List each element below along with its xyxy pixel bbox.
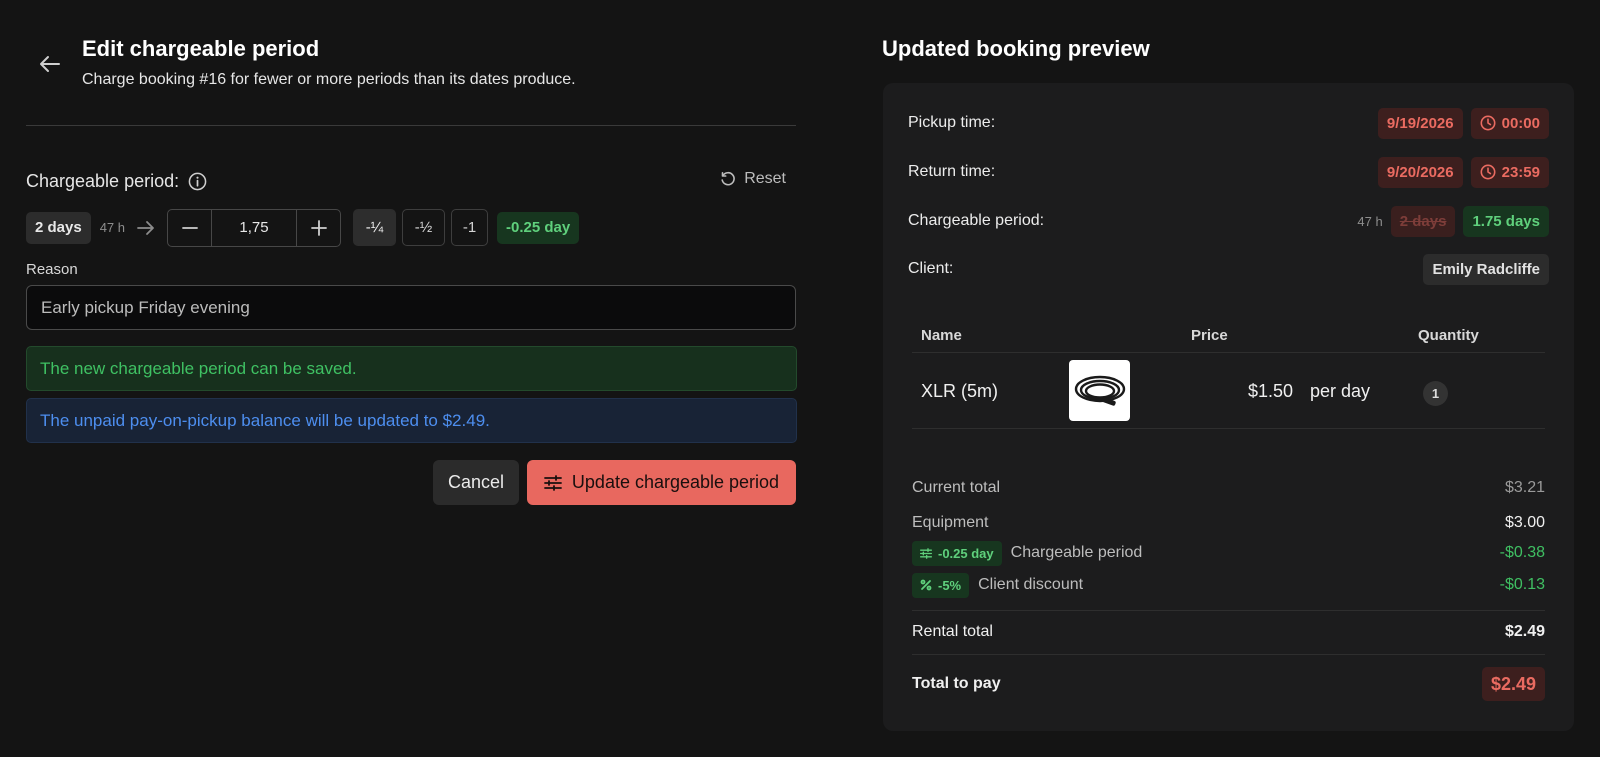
divider — [912, 610, 1545, 611]
reset-label: Reset — [744, 170, 786, 187]
return-label: Return time: — [908, 163, 996, 180]
return-time-row: Return time: 9/20/2026 23:59 — [908, 156, 1549, 188]
original-days-badge: 2 days — [26, 211, 91, 244]
client-name: Emily Radcliffe — [1423, 253, 1549, 285]
period-adjust-label: Chargeable period — [1010, 544, 1143, 561]
new-period-badge: 1.75 days — [1463, 205, 1549, 237]
period-adjust-badge: -0.25 day — [912, 540, 1002, 566]
client-discount-row: -5% Client discount -$0.13 — [912, 571, 1545, 599]
sliders-icon — [920, 547, 932, 559]
item-thumbnail — [1069, 360, 1130, 421]
page-title: Edit chargeable period — [82, 36, 320, 61]
rental-total-label: Rental total — [912, 623, 993, 640]
header-name: Name — [921, 327, 962, 344]
percent-icon — [920, 579, 932, 591]
decrement-button[interactable] — [168, 210, 211, 246]
chargeable-period-label: Chargeable period: — [26, 171, 207, 192]
item-unit: per day — [1310, 381, 1371, 401]
total-pay-label: Total to pay — [912, 675, 1001, 692]
fraction-buttons: -¼ -½ -1 — [353, 209, 489, 246]
pickup-label: Pickup time: — [908, 114, 996, 131]
reason-input[interactable] — [26, 285, 796, 330]
return-time-badge: 23:59 — [1470, 156, 1549, 188]
period-controls: 2 days 47 h 1,75 -¼ -½ -1 -0.25 day — [26, 208, 580, 247]
return-date: 9/20/2026 — [1377, 156, 1463, 188]
table-row: XLR (5m) $1.50 per day 1 — [912, 357, 1545, 429]
arrow-right-icon — [136, 218, 158, 238]
minus-one-button[interactable]: -1 — [451, 209, 489, 246]
increment-button[interactable] — [297, 210, 340, 246]
chargeable-period-row: Chargeable period: 47 h 2 days 1.75 days — [908, 205, 1549, 237]
booking-preview-card: Pickup time: 9/19/2026 00:00 Return time… — [883, 83, 1574, 731]
info-icon[interactable] — [188, 172, 207, 191]
clock-icon — [1480, 164, 1496, 180]
pickup-time-row: Pickup time: 9/19/2026 00:00 — [908, 107, 1549, 139]
success-alert: The new chargeable period can be saved. — [26, 346, 797, 391]
pickup-time-badge: 00:00 — [1470, 107, 1549, 139]
discount-badge-text: -5% — [938, 577, 962, 593]
update-chargeable-period-button[interactable]: Update chargeable period — [527, 460, 796, 505]
hours-text: 47 h — [99, 220, 126, 235]
chargeable-label: Chargeable period: — [908, 212, 1045, 229]
table-header: Name Price Quantity — [912, 323, 1545, 353]
period-adjust-text: -0.25 day — [938, 545, 994, 561]
equipment-label: Equipment — [912, 514, 989, 531]
client-label: Client: — [908, 260, 954, 277]
period-adjustment-row: -0.25 day Chargeable period -$0.38 — [912, 539, 1545, 567]
rental-total-row: Rental total $2.49 — [912, 618, 1545, 646]
minus-half-button[interactable]: -½ — [402, 209, 446, 246]
sliders-icon — [544, 474, 562, 491]
current-total-row: Current total $3.21 — [912, 474, 1545, 502]
client-row: Client: Emily Radcliffe — [908, 253, 1549, 285]
reset-icon — [721, 171, 736, 186]
pickup-time: 00:00 — [1501, 114, 1540, 132]
total-to-pay-row: Total to pay $2.49 — [912, 666, 1545, 702]
header-price: Price — [1191, 327, 1228, 344]
total-pay-value: $2.49 — [1481, 667, 1545, 701]
period-value-input[interactable]: 1,75 — [211, 209, 298, 246]
item-price: $1.50 — [1247, 381, 1293, 401]
return-time: 23:59 — [1501, 163, 1540, 181]
page-subtitle: Charge booking #16 for fewer or more per… — [82, 71, 576, 88]
discount-badge: -5% — [912, 572, 970, 598]
discount-value: -$0.13 — [1499, 576, 1545, 593]
reason-label: Reason — [26, 261, 78, 278]
reset-button[interactable]: Reset — [720, 170, 786, 188]
info-alert: The unpaid pay-on-pickup balance will be… — [26, 398, 797, 443]
period-stepper: 1,75 — [167, 208, 342, 247]
item-quantity: 1 — [1423, 381, 1448, 406]
update-label: Update chargeable period — [571, 472, 780, 492]
divider — [26, 125, 796, 126]
pickup-date: 9/19/2026 — [1377, 107, 1463, 139]
discount-label: Client discount — [978, 576, 1084, 593]
chargeable-hours: 47 h — [1357, 213, 1383, 229]
divider — [912, 654, 1545, 655]
equipment-row: Equipment $3.00 — [912, 509, 1545, 537]
minus-icon — [181, 226, 198, 229]
rental-total-value: $2.49 — [1504, 623, 1545, 640]
minus-quarter-button[interactable]: -¼ — [353, 209, 397, 246]
current-total-value: $3.21 — [1504, 479, 1545, 496]
current-total-label: Current total — [912, 479, 1001, 496]
clock-icon — [1480, 115, 1496, 131]
period-adjust-value: -$0.38 — [1499, 544, 1545, 561]
header-quantity: Quantity — [1418, 327, 1479, 344]
item-name: XLR (5m) — [921, 381, 999, 401]
chargeable-period-text: Chargeable period: — [26, 171, 180, 191]
preview-title: Updated booking preview — [882, 36, 1150, 61]
back-arrow-icon[interactable] — [36, 50, 64, 78]
equipment-value: $3.00 — [1504, 514, 1545, 531]
cancel-button[interactable]: Cancel — [433, 460, 519, 505]
old-period-badge: 2 days — [1390, 205, 1456, 237]
plus-icon — [310, 219, 327, 236]
delta-badge: -0.25 day — [497, 211, 580, 244]
